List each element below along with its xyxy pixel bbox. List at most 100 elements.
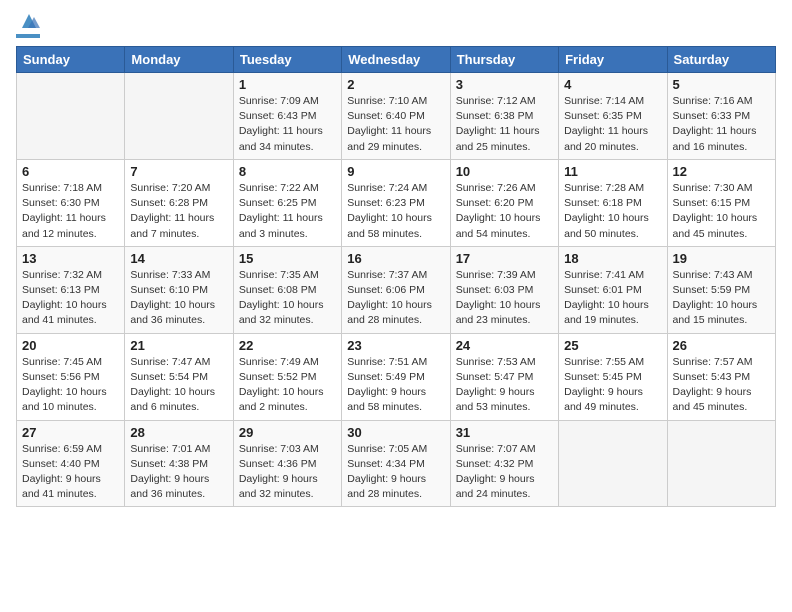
day-number: 17 <box>456 251 553 266</box>
day-info: Sunrise: 7:37 AM Sunset: 6:06 PM Dayligh… <box>347 268 444 329</box>
day-info: Sunrise: 7:28 AM Sunset: 6:18 PM Dayligh… <box>564 181 661 242</box>
calendar-cell: 19 Sunrise: 7:43 AM Sunset: 5:59 PM Dayli… <box>667 246 775 333</box>
header-thursday: Thursday <box>450 47 558 73</box>
day-number: 16 <box>347 251 444 266</box>
day-info: Sunrise: 7:05 AM Sunset: 4:34 PM Dayligh… <box>347 442 444 503</box>
calendar-header-row: SundayMondayTuesdayWednesdayThursdayFrid… <box>17 47 776 73</box>
day-number: 20 <box>22 338 119 353</box>
day-number: 5 <box>673 77 770 92</box>
day-info: Sunrise: 7:07 AM Sunset: 4:32 PM Dayligh… <box>456 442 553 503</box>
calendar-cell: 17 Sunrise: 7:39 AM Sunset: 6:03 PM Dayli… <box>450 246 558 333</box>
day-info: Sunrise: 7:09 AM Sunset: 6:43 PM Dayligh… <box>239 94 336 155</box>
header-friday: Friday <box>559 47 667 73</box>
day-info: Sunrise: 7:20 AM Sunset: 6:28 PM Dayligh… <box>130 181 227 242</box>
day-info: Sunrise: 7:24 AM Sunset: 6:23 PM Dayligh… <box>347 181 444 242</box>
calendar-cell: 8 Sunrise: 7:22 AM Sunset: 6:25 PM Daylig… <box>233 159 341 246</box>
calendar-cell: 15Sunrise: 7:35 AM Sunset: 6:08 PM Dayli… <box>233 246 341 333</box>
calendar-week-4: 20 Sunrise: 7:45 AM Sunset: 5:56 PM Dayli… <box>17 333 776 420</box>
day-number: 31 <box>456 425 553 440</box>
calendar-cell: 4 Sunrise: 7:14 AM Sunset: 6:35 PM Daylig… <box>559 73 667 160</box>
calendar-cell: 13 Sunrise: 7:32 AM Sunset: 6:13 PM Dayli… <box>17 246 125 333</box>
calendar-cell: 28 Sunrise: 7:01 AM Sunset: 4:38 PM Dayli… <box>125 420 233 507</box>
day-number: 12 <box>673 164 770 179</box>
calendar-week-1: 1 Sunrise: 7:09 AM Sunset: 6:43 PM Daylig… <box>17 73 776 160</box>
calendar-cell: 7 Sunrise: 7:20 AM Sunset: 6:28 PM Daylig… <box>125 159 233 246</box>
header-sunday: Sunday <box>17 47 125 73</box>
day-info: Sunrise: 7:14 AM Sunset: 6:35 PM Dayligh… <box>564 94 661 155</box>
day-number: 9 <box>347 164 444 179</box>
day-number: 19 <box>673 251 770 266</box>
header-monday: Monday <box>125 47 233 73</box>
calendar-cell: 5 Sunrise: 7:16 AM Sunset: 6:33 PM Daylig… <box>667 73 775 160</box>
day-number: 7 <box>130 164 227 179</box>
calendar-cell: 20 Sunrise: 7:45 AM Sunset: 5:56 PM Dayli… <box>17 333 125 420</box>
day-info: Sunrise: 7:18 AM Sunset: 6:30 PM Dayligh… <box>22 181 119 242</box>
day-info: Sunrise: 7:26 AM Sunset: 6:20 PM Dayligh… <box>456 181 553 242</box>
day-number: 3 <box>456 77 553 92</box>
day-info: Sunrise: 7:03 AM Sunset: 4:36 PM Dayligh… <box>239 442 336 503</box>
day-number: 26 <box>673 338 770 353</box>
calendar-cell: 24Sunrise: 7:53 AM Sunset: 5:47 PM Dayli… <box>450 333 558 420</box>
day-number: 1 <box>239 77 336 92</box>
calendar-cell: 21 Sunrise: 7:47 AM Sunset: 5:54 PM Dayli… <box>125 333 233 420</box>
calendar-week-3: 13 Sunrise: 7:32 AM Sunset: 6:13 PM Dayli… <box>17 246 776 333</box>
day-info: Sunrise: 7:16 AM Sunset: 6:33 PM Dayligh… <box>673 94 770 155</box>
day-info: Sunrise: 7:45 AM Sunset: 5:56 PM Dayligh… <box>22 355 119 416</box>
calendar-cell <box>17 73 125 160</box>
calendar-week-2: 6 Sunrise: 7:18 AM Sunset: 6:30 PM Daylig… <box>17 159 776 246</box>
day-info: Sunrise: 7:47 AM Sunset: 5:54 PM Dayligh… <box>130 355 227 416</box>
calendar-cell: 22 Sunrise: 7:49 AM Sunset: 5:52 PM Dayli… <box>233 333 341 420</box>
day-info: Sunrise: 7:30 AM Sunset: 6:15 PM Dayligh… <box>673 181 770 242</box>
day-number: 27 <box>22 425 119 440</box>
day-number: 21 <box>130 338 227 353</box>
day-number: 15 <box>239 251 336 266</box>
day-info: Sunrise: 7:53 AM Sunset: 5:47 PM Dayligh… <box>456 355 553 416</box>
day-info: Sunrise: 7:57 AM Sunset: 5:43 PM Dayligh… <box>673 355 770 416</box>
day-info: Sunrise: 7:01 AM Sunset: 4:38 PM Dayligh… <box>130 442 227 503</box>
page-header <box>16 16 776 38</box>
day-number: 22 <box>239 338 336 353</box>
day-info: Sunrise: 6:59 AM Sunset: 4:40 PM Dayligh… <box>22 442 119 503</box>
calendar-cell: 26 Sunrise: 7:57 AM Sunset: 5:43 PM Dayli… <box>667 333 775 420</box>
header-tuesday: Tuesday <box>233 47 341 73</box>
calendar-cell <box>125 73 233 160</box>
day-number: 8 <box>239 164 336 179</box>
day-number: 18 <box>564 251 661 266</box>
day-info: Sunrise: 7:41 AM Sunset: 6:01 PM Dayligh… <box>564 268 661 329</box>
day-info: Sunrise: 7:39 AM Sunset: 6:03 PM Dayligh… <box>456 268 553 329</box>
calendar-week-5: 27 Sunrise: 6:59 AM Sunset: 4:40 PM Dayli… <box>17 420 776 507</box>
calendar-cell <box>559 420 667 507</box>
calendar-cell: 14 Sunrise: 7:33 AM Sunset: 6:10 PM Dayli… <box>125 246 233 333</box>
logo-icon <box>18 10 40 32</box>
day-number: 6 <box>22 164 119 179</box>
day-number: 13 <box>22 251 119 266</box>
day-number: 28 <box>130 425 227 440</box>
day-number: 25 <box>564 338 661 353</box>
day-number: 11 <box>564 164 661 179</box>
calendar-cell: 16 Sunrise: 7:37 AM Sunset: 6:06 PM Dayli… <box>342 246 450 333</box>
day-number: 30 <box>347 425 444 440</box>
calendar-cell: 11 Sunrise: 7:28 AM Sunset: 6:18 PM Dayli… <box>559 159 667 246</box>
logo-bar <box>16 34 40 38</box>
header-wednesday: Wednesday <box>342 47 450 73</box>
day-info: Sunrise: 7:22 AM Sunset: 6:25 PM Dayligh… <box>239 181 336 242</box>
day-info: Sunrise: 7:32 AM Sunset: 6:13 PM Dayligh… <box>22 268 119 329</box>
calendar-cell: 30 Sunrise: 7:05 AM Sunset: 4:34 PM Dayli… <box>342 420 450 507</box>
day-info: Sunrise: 7:33 AM Sunset: 6:10 PM Dayligh… <box>130 268 227 329</box>
day-info: Sunrise: 7:12 AM Sunset: 6:38 PM Dayligh… <box>456 94 553 155</box>
calendar-cell: 3 Sunrise: 7:12 AM Sunset: 6:38 PM Daylig… <box>450 73 558 160</box>
calendar-table: SundayMondayTuesdayWednesdayThursdayFrid… <box>16 46 776 507</box>
day-number: 23 <box>347 338 444 353</box>
calendar-cell: 29Sunrise: 7:03 AM Sunset: 4:36 PM Dayli… <box>233 420 341 507</box>
day-info: Sunrise: 7:49 AM Sunset: 5:52 PM Dayligh… <box>239 355 336 416</box>
day-info: Sunrise: 7:10 AM Sunset: 6:40 PM Dayligh… <box>347 94 444 155</box>
day-number: 2 <box>347 77 444 92</box>
day-info: Sunrise: 7:51 AM Sunset: 5:49 PM Dayligh… <box>347 355 444 416</box>
day-number: 10 <box>456 164 553 179</box>
calendar-cell: 9 Sunrise: 7:24 AM Sunset: 6:23 PM Daylig… <box>342 159 450 246</box>
calendar-cell: 18 Sunrise: 7:41 AM Sunset: 6:01 PM Dayli… <box>559 246 667 333</box>
day-number: 4 <box>564 77 661 92</box>
calendar-cell: 12 Sunrise: 7:30 AM Sunset: 6:15 PM Dayli… <box>667 159 775 246</box>
day-info: Sunrise: 7:43 AM Sunset: 5:59 PM Dayligh… <box>673 268 770 329</box>
day-number: 14 <box>130 251 227 266</box>
